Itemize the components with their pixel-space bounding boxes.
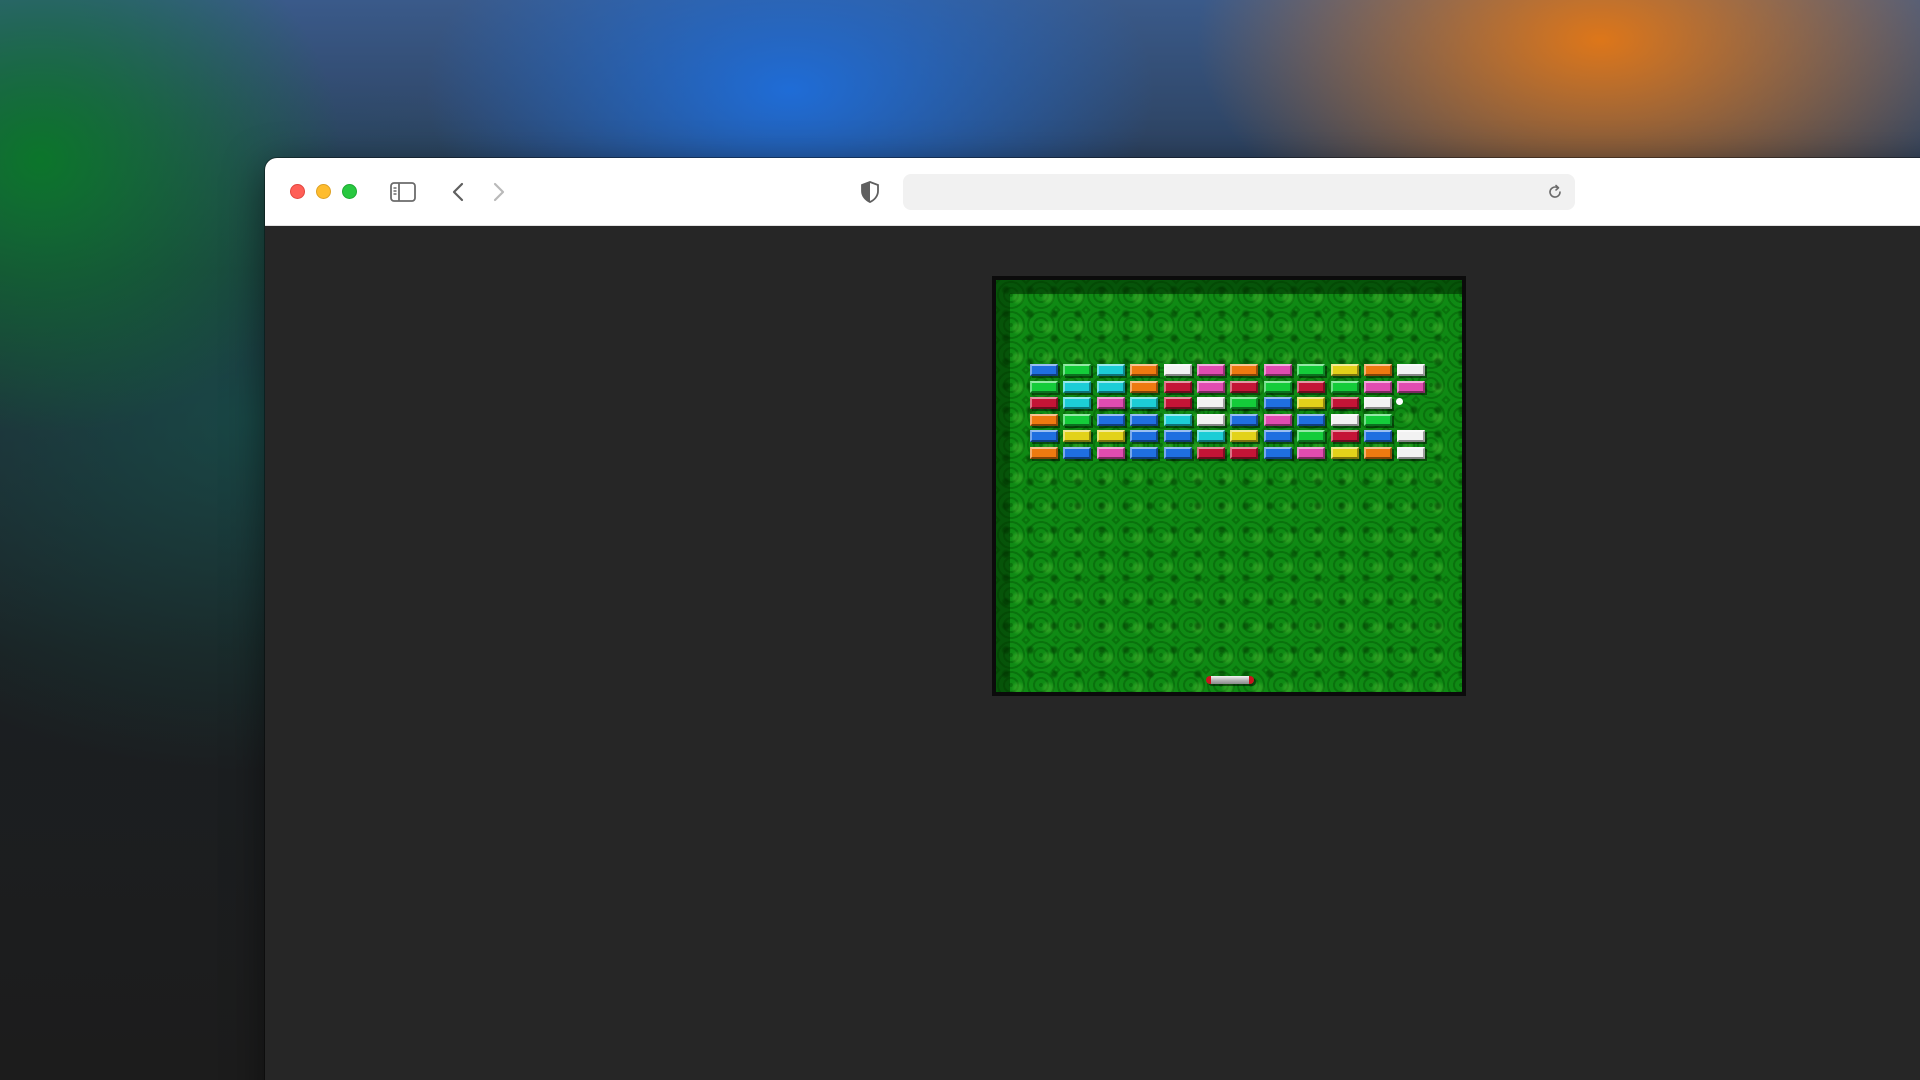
breakout-game-canvas[interactable] [992, 276, 1466, 696]
brick [1096, 364, 1125, 376]
minimize-window-button[interactable] [316, 184, 331, 199]
brick [1297, 380, 1326, 393]
brick [1397, 364, 1426, 376]
brick [1197, 380, 1225, 393]
brick [1230, 364, 1259, 376]
reload-icon [1549, 184, 1561, 198]
address-bar[interactable] [903, 174, 1575, 210]
brick [1030, 364, 1058, 376]
brick [1130, 380, 1159, 393]
brick [1330, 364, 1359, 376]
brick [1063, 397, 1092, 410]
back-button[interactable] [442, 176, 474, 208]
brick [1096, 413, 1125, 426]
brick [1364, 397, 1392, 410]
brick [1330, 447, 1359, 459]
brick [1364, 430, 1392, 443]
brick [1397, 430, 1426, 443]
brick [1297, 430, 1326, 443]
brick [1197, 364, 1225, 376]
close-window-button[interactable] [290, 184, 305, 199]
brick [1330, 413, 1359, 426]
brick [1197, 413, 1225, 426]
browser-toolbar [265, 158, 1920, 226]
forward-button[interactable] [483, 176, 515, 208]
brick [1230, 397, 1259, 410]
brick [1130, 413, 1159, 426]
sidebar-toggle-button[interactable] [387, 176, 419, 208]
reload-button[interactable] [1541, 178, 1569, 206]
brick [1163, 430, 1192, 443]
brick [1364, 364, 1392, 376]
brick [1197, 397, 1225, 410]
brick [1364, 413, 1392, 426]
brick [1063, 380, 1092, 393]
brick [1030, 447, 1058, 459]
desktop-background [0, 0, 1920, 1080]
brick [1130, 397, 1159, 410]
brick [1397, 447, 1426, 459]
brick [1263, 430, 1292, 443]
chevron-left-icon [452, 182, 464, 202]
brick [1163, 447, 1192, 459]
brick [1263, 380, 1292, 393]
brick [1364, 380, 1392, 393]
brick [1297, 413, 1326, 426]
brick [1297, 397, 1326, 410]
brick [1297, 447, 1326, 459]
brick [1030, 380, 1058, 393]
brick [1030, 413, 1058, 426]
brick [1163, 397, 1192, 410]
brick [1163, 413, 1192, 426]
brick [1230, 413, 1259, 426]
brick [1130, 430, 1159, 443]
brick [1063, 413, 1092, 426]
brick [1163, 364, 1192, 376]
brick [1063, 430, 1092, 443]
brick [1297, 364, 1326, 376]
brick [1230, 430, 1259, 443]
shield-icon [861, 181, 879, 203]
brick [1197, 430, 1225, 443]
brick [1096, 380, 1125, 393]
paddle[interactable] [1206, 676, 1254, 684]
brick [1063, 364, 1092, 376]
brick [1163, 380, 1192, 393]
brick [1263, 413, 1292, 426]
brick [1096, 447, 1125, 459]
privacy-report-button[interactable] [854, 176, 886, 208]
brick [1130, 364, 1159, 376]
brick [1096, 397, 1125, 410]
brick [1263, 397, 1292, 410]
brick [1263, 447, 1292, 459]
brick [1063, 447, 1092, 459]
brick [1030, 430, 1058, 443]
brick [1330, 397, 1359, 410]
brick [1263, 364, 1292, 376]
chevron-right-icon [493, 182, 505, 202]
brick [1397, 380, 1426, 393]
maximize-window-button[interactable] [342, 184, 357, 199]
brick [1330, 380, 1359, 393]
brick [1197, 447, 1225, 459]
brick [1364, 447, 1392, 459]
brick [1230, 380, 1259, 393]
browser-window [265, 158, 1920, 1080]
page-content [265, 226, 1920, 1080]
brick [1130, 447, 1159, 459]
ball [1396, 398, 1403, 405]
sidebar-toggle-icon [390, 182, 416, 202]
brick [1230, 447, 1259, 459]
brick [1096, 430, 1125, 443]
brick [1030, 397, 1058, 410]
brick [1330, 430, 1359, 443]
